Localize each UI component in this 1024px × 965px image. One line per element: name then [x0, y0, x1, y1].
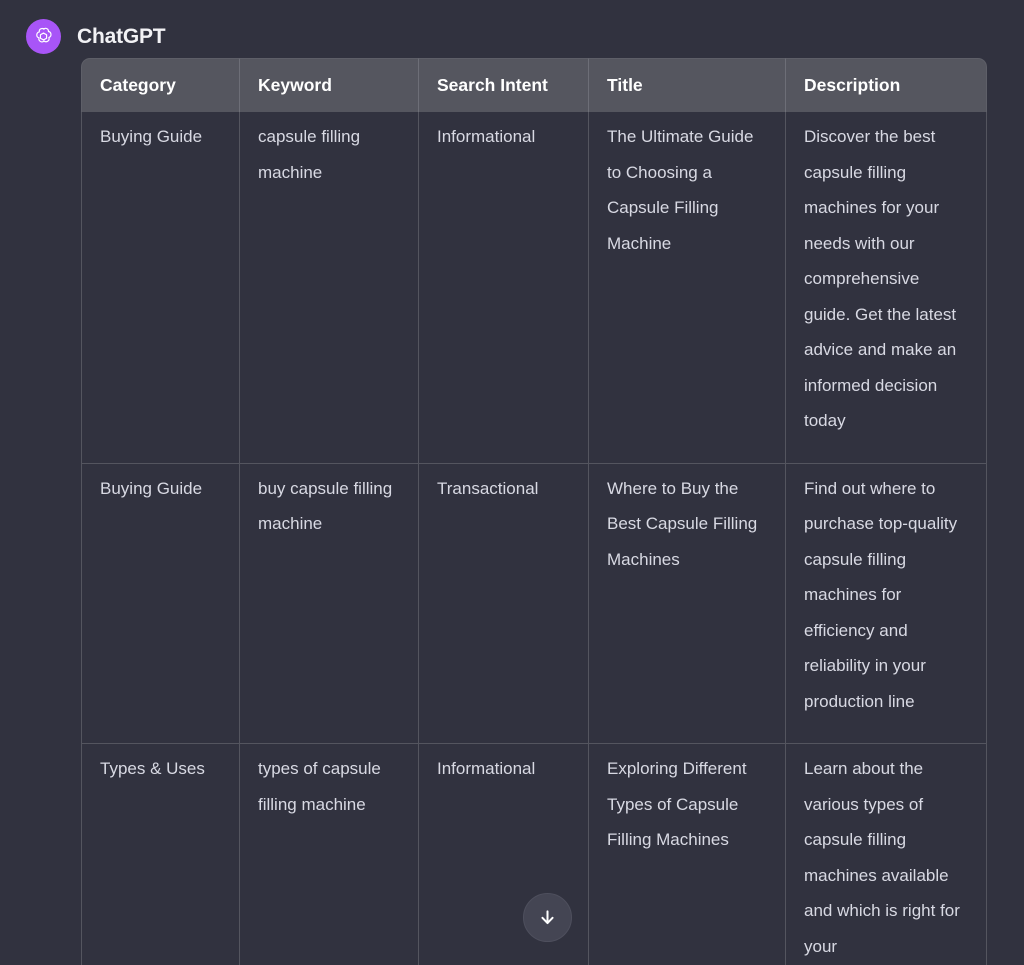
table-header: Category Keyword Search Intent Title Des… — [81, 58, 987, 112]
cell-search-intent: Transactional — [419, 463, 589, 744]
cell-description: Find out where to purchase top-quality c… — [786, 463, 987, 744]
column-header-title: Title — [589, 58, 786, 112]
column-header-description: Description — [786, 58, 987, 112]
cell-description: Learn about the various types of capsule… — [786, 744, 987, 965]
cell-title: The Ultimate Guide to Choosing a Capsule… — [589, 112, 786, 464]
cell-category: Types & Uses — [81, 744, 240, 965]
page-title: ChatGPT — [77, 24, 166, 48]
table-row: Buying Guide buy capsule filling machine… — [81, 463, 987, 744]
table-body: Buying Guide capsule filling machine Inf… — [81, 112, 987, 965]
cell-keyword: types of capsule filling machine — [240, 744, 419, 965]
cell-description: Discover the best capsule filling machin… — [786, 112, 987, 464]
keyword-table-container: Category Keyword Search Intent Title Des… — [81, 58, 987, 965]
keyword-table: Category Keyword Search Intent Title Des… — [81, 58, 987, 965]
arrow-down-icon — [537, 907, 558, 928]
cell-category: Buying Guide — [81, 463, 240, 744]
table-row: Buying Guide capsule filling machine Inf… — [81, 112, 987, 464]
column-header-category: Category — [81, 58, 240, 112]
table-header-row: Category Keyword Search Intent Title Des… — [81, 58, 987, 112]
cell-title: Exploring Different Types of Capsule Fil… — [589, 744, 786, 965]
cell-search-intent: Informational — [419, 112, 589, 464]
cell-keyword: buy capsule filling machine — [240, 463, 419, 744]
cell-title: Where to Buy the Best Capsule Filling Ma… — [589, 463, 786, 744]
scroll-to-bottom-button[interactable] — [523, 893, 572, 942]
column-header-keyword: Keyword — [240, 58, 419, 112]
cell-keyword: capsule filling machine — [240, 112, 419, 464]
cell-category: Buying Guide — [81, 112, 240, 464]
openai-logo-icon — [26, 18, 61, 54]
column-header-search-intent: Search Intent — [419, 58, 589, 112]
app-header: ChatGPT — [0, 0, 1024, 58]
